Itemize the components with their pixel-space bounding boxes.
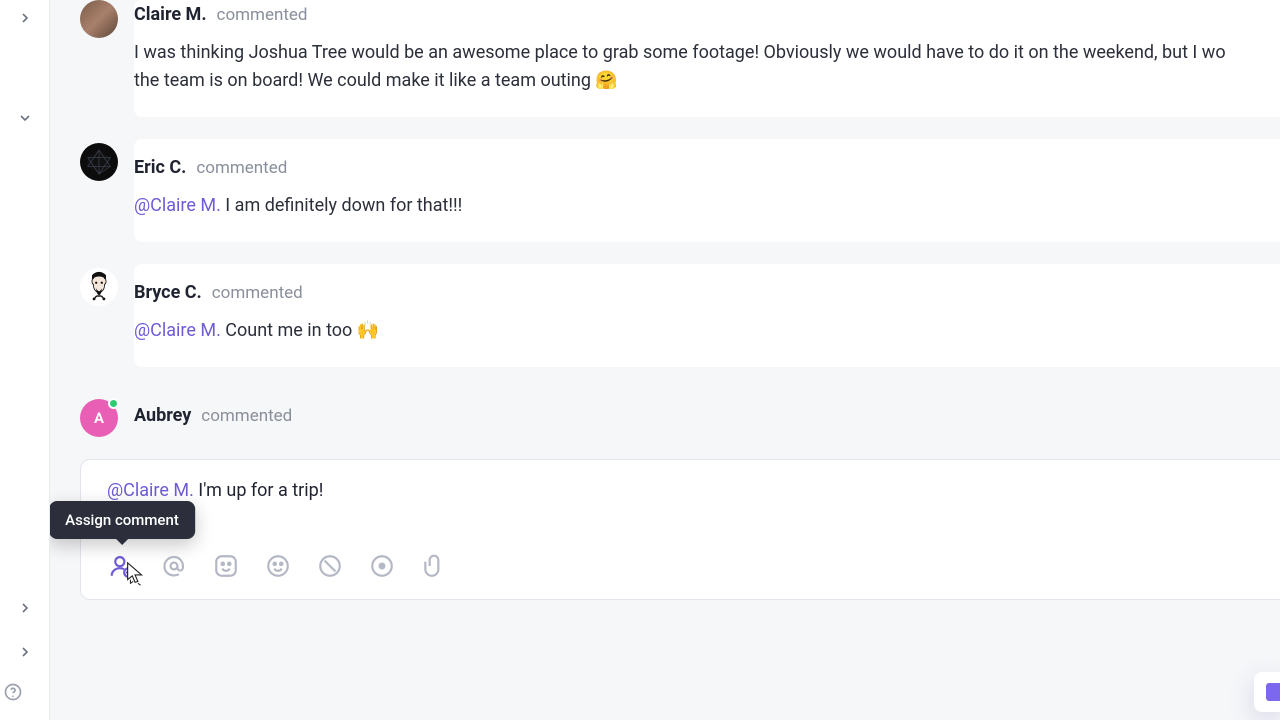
task-button[interactable] <box>315 551 345 581</box>
rail-section-toggle[interactable] <box>9 102 41 134</box>
mention[interactable]: @Claire M. <box>134 320 221 341</box>
comment-author: Bryce C. <box>134 282 202 303</box>
sticker-icon <box>265 553 291 579</box>
comment-thread: Claire M. commented I was thinking Joshu… <box>50 0 1280 720</box>
rail-collapse-top[interactable] <box>9 2 41 34</box>
avatar[interactable]: A <box>80 399 118 437</box>
emoji-icon <box>213 553 239 579</box>
comment-action: commented <box>196 158 287 178</box>
tooltip: Assign comment <box>50 501 195 539</box>
chevron-down-icon <box>17 110 33 126</box>
attach-button[interactable] <box>419 551 449 581</box>
chevron-right-icon <box>17 644 33 660</box>
comment-author: Eric C. <box>134 157 186 178</box>
avatar-initial: A <box>94 409 104 427</box>
rail-expand-1[interactable] <box>9 592 41 624</box>
comment-action: commented <box>212 283 303 303</box>
record-button[interactable] <box>367 551 397 581</box>
sticker-button[interactable] <box>263 551 293 581</box>
avatar[interactable] <box>80 268 118 306</box>
assign-person-icon <box>109 553 135 579</box>
emoji-button[interactable] <box>211 551 241 581</box>
chevron-right-icon <box>17 600 33 616</box>
assign-button[interactable]: Assign comment <box>107 551 137 581</box>
comment-card: Eric C. commented @Claire M. I am defini… <box>134 139 1280 242</box>
comment-item: Eric C. commented @Claire M. I am defini… <box>80 139 1280 242</box>
avatar[interactable] <box>80 143 118 181</box>
comment-author: Claire M. <box>134 4 207 25</box>
mention[interactable]: @Claire M. <box>107 480 194 501</box>
compose-icon <box>1266 683 1280 701</box>
comment-action: commented <box>201 406 292 426</box>
rail-expand-2[interactable] <box>9 636 41 668</box>
help-button[interactable] <box>3 682 23 706</box>
help-icon <box>3 682 23 702</box>
comment-item: A Aubrey commented <box>80 395 1280 437</box>
face-avatar-icon <box>85 270 113 304</box>
left-nav-rail <box>0 0 50 720</box>
comment-item: Claire M. commented I was thinking Joshu… <box>80 0 1280 117</box>
avatar[interactable] <box>80 0 118 38</box>
chevron-right-icon <box>17 10 33 26</box>
compose-fab[interactable] <box>1254 672 1280 712</box>
attachment-icon <box>421 553 447 579</box>
comment-editor[interactable]: @Claire M. I'm up for a trip! Assign com… <box>80 459 1280 600</box>
comment-body: @Claire M. I am definitely down for that… <box>134 192 1280 220</box>
mention[interactable]: @Claire M. <box>134 195 221 216</box>
comment-body: I was thinking Joshua Tree would be an a… <box>134 39 1280 95</box>
geometric-avatar-icon <box>84 147 114 177</box>
presence-indicator <box>108 398 119 409</box>
mark-task-icon <box>317 553 343 579</box>
comment-author: Aubrey <box>134 405 191 426</box>
at-mention-icon <box>161 553 187 579</box>
comment-card: Claire M. commented I was thinking Joshu… <box>134 0 1280 117</box>
comment-item: Bryce C. commented @Claire M. Count me i… <box>80 264 1280 367</box>
comment-input[interactable]: @Claire M. I'm up for a trip! <box>81 460 1280 537</box>
editor-toolbar: Assign comment <box>81 537 1280 599</box>
comment-action: commented <box>217 5 308 25</box>
comment-card: Bryce C. commented @Claire M. Count me i… <box>134 264 1280 367</box>
comment-body: @Claire M. Count me in too 🙌 <box>134 317 1280 345</box>
record-icon <box>369 553 395 579</box>
mention-button[interactable] <box>159 551 189 581</box>
